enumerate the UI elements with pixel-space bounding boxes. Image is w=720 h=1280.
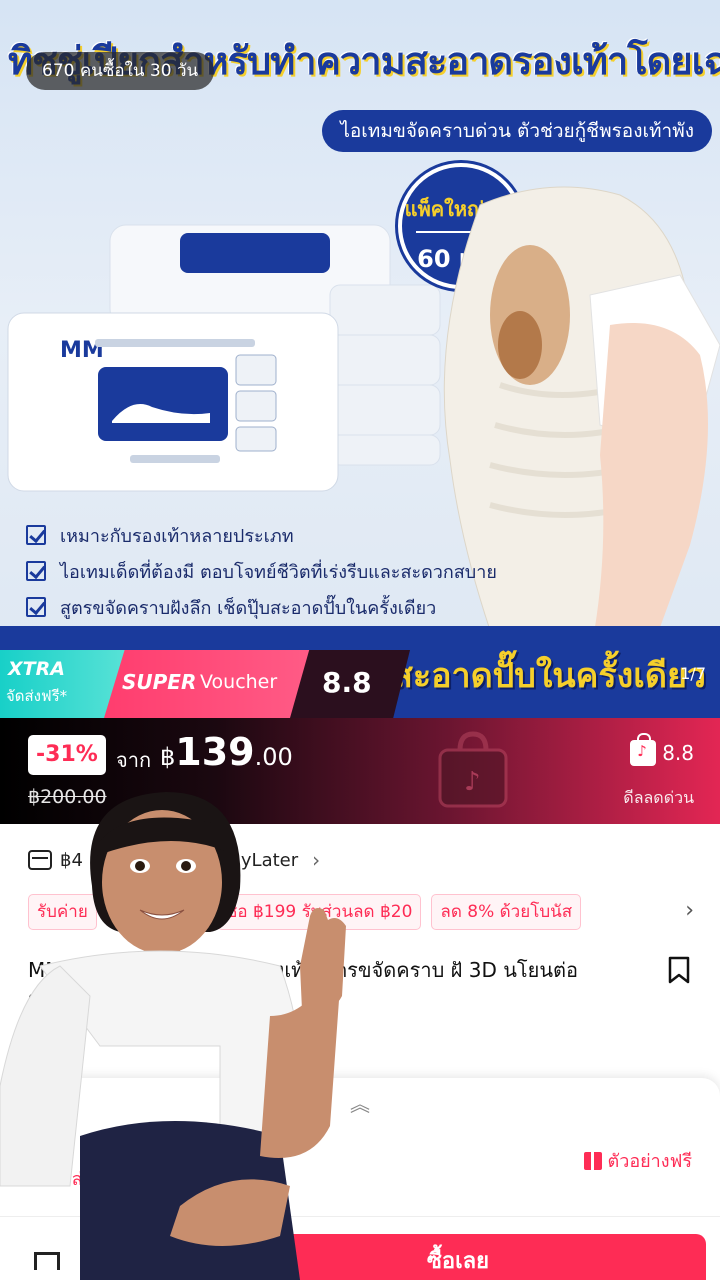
feature-item: เหมาะกับรองเท้าหลายประเภท — [26, 517, 497, 553]
wipes-package-illustration: MM — [7, 224, 441, 492]
shopping-bag-icon: ♪ — [438, 731, 508, 808]
price-decimal: .00 — [254, 743, 293, 771]
price-from-label: จาก — [116, 748, 152, 772]
price-integer: 139 — [175, 730, 255, 774]
feature-text: เหมาะกับรองเท้าหลายประเภท — [60, 525, 294, 547]
free-sample-link[interactable]: ตัวอย่างฟรี — [583, 1146, 692, 1175]
presenter-overlay — [0, 792, 346, 1280]
flash-deal[interactable]: 8.8 ดีลลดด่วน — [623, 733, 694, 811]
hero-subheadline: ไอเทมขจัดคราบด่วน ตัวช่วยกู้ชีพรองเท้าพั… — [322, 110, 712, 152]
xtra-subtitle: จัดส่งฟรี* — [6, 687, 68, 705]
feature-item: ไอเทมเด็ดที่ต้องมี ตอบโจทย์ชีวิตที่เร่งร… — [26, 553, 497, 589]
hero-band-text: สะอาดปั๊บในครั้งเดียว — [392, 656, 706, 696]
checkbox-icon — [26, 525, 46, 545]
feature-item: สูตรขจัดคราบฝังลึก เช็ดปุ๊บสะอาดปั๊บในคร… — [26, 589, 497, 625]
flash-deal-label: ดีลลดด่วน — [623, 788, 694, 807]
price-currency: ฿ — [160, 743, 176, 771]
feature-list: เหมาะกับรองเท้าหลายประเภท ไอเทมเด็ดที่ต้… — [26, 517, 497, 625]
discount-badge: -31% — [28, 735, 106, 775]
product-image-carousel[interactable]: ทิชชู่เปียกสำหรับทำความสะอาดรองเท้าโดยเฉ… — [0, 0, 720, 718]
checkbox-icon — [26, 597, 46, 617]
gift-icon — [583, 1151, 602, 1170]
flash-campaign: 8.8 — [662, 741, 694, 765]
coupon-chip[interactable]: ลด 8% ด้วยโบนัส — [431, 894, 582, 930]
sold-count-badge: 670 คนซื้อใน 30 วัน — [26, 52, 215, 90]
bookmark-icon[interactable] — [668, 956, 690, 984]
feature-text: สูตรขจัดคราบฝังลึก เช็ดปุ๊บสะอาดปั๊บในคร… — [60, 597, 437, 619]
sale-price: ฿139.00 — [160, 730, 293, 774]
campaign-label: 8.8 — [322, 666, 372, 699]
voucher-label: Voucher — [200, 671, 278, 693]
super-title: SUPER — [122, 670, 197, 694]
xtra-title: XTRA — [8, 658, 65, 680]
feature-text: ไอเทมเด็ดที่ต้องมี ตอบโจทย์ชีวิตที่เร่งร… — [60, 561, 497, 583]
checkbox-icon — [26, 561, 46, 581]
super-voucher-badge: SUPER Voucher — [104, 650, 310, 718]
image-counter: 1/7 — [680, 664, 706, 683]
free-sample-label: ตัวอย่างฟรี — [607, 1151, 692, 1172]
product-page: ทิชชู่เปียกสำหรับทำความสะอาดรองเท้าโดยเฉ… — [0, 0, 720, 1280]
tiktok-shop-bag-icon — [630, 733, 657, 766]
svg-text:♪: ♪ — [464, 767, 481, 797]
campaign-badge: 8.8 — [290, 650, 410, 718]
chevron-right-icon[interactable]: › — [685, 898, 694, 923]
